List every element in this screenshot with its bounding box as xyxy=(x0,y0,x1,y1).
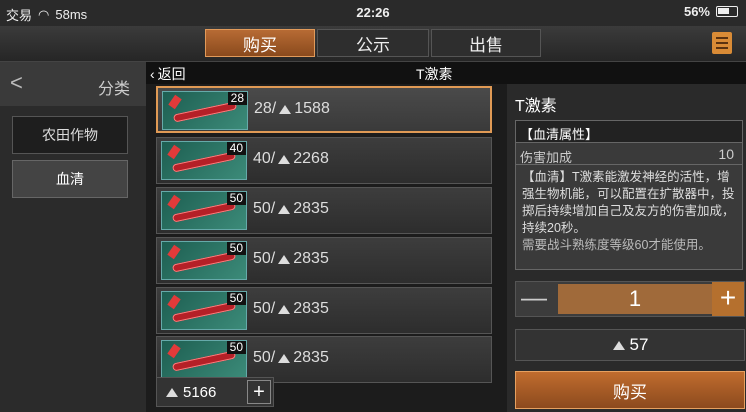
total-cost: 57 xyxy=(515,329,745,361)
currency-icon xyxy=(278,204,291,214)
sidebar-header: < 分类 xyxy=(0,62,146,106)
listing-row[interactable]: 50 50/ 2835 xyxy=(156,287,492,334)
tab-announce[interactable]: 公示 xyxy=(317,29,429,57)
tab-sell[interactable]: 出售 xyxy=(431,29,541,57)
total-value: 57 xyxy=(629,335,649,354)
listing-price-value: 2835 xyxy=(293,200,329,217)
listing-row[interactable]: 50 50/ 2835 xyxy=(156,237,492,284)
item-detail-panel: T激素 【血清属性】 伤害加成 10 【血清】T激素能激发神经的活性，增强生物机… xyxy=(507,84,746,412)
back-button[interactable]: ‹ 返回 xyxy=(150,64,186,84)
listing-count: 28/ xyxy=(254,100,277,117)
attribute-box: 【血清属性】 伤害加成 10 【血清】T激素能激发神经的活性，增强生物机能，可以… xyxy=(515,120,743,270)
status-bar: 交易 ◠ 58ms 22:26 56% xyxy=(0,0,746,26)
notebook-icon[interactable] xyxy=(712,32,732,54)
attribute-name: 伤害加成 xyxy=(520,150,573,165)
description-text: 【血清】T激素能激发神经的活性，增强生物机能，可以配置在扩散器中，投掷后持续增加… xyxy=(522,170,735,235)
listing-count: 40/ xyxy=(253,150,276,167)
syringe-icon xyxy=(167,343,181,359)
listing-price-value: 2835 xyxy=(293,300,329,317)
listing-row[interactable]: 40 40/ 2268 xyxy=(156,137,492,184)
category-sidebar: < 分类 农田作物 血清 xyxy=(0,62,146,412)
currency-icon xyxy=(278,353,291,363)
currency-icon xyxy=(278,254,291,264)
item-description: 【血清】T激素能激发神经的活性，增强生物机能，可以配置在扩散器中，投掷后持续增加… xyxy=(516,165,742,258)
stack-qty: 40 xyxy=(226,142,246,155)
chevron-left-icon[interactable]: < xyxy=(10,70,23,96)
syringe-icon xyxy=(167,144,181,160)
quantity-field[interactable]: 1 xyxy=(558,284,712,314)
listing-price-value: 2835 xyxy=(293,250,329,267)
list-title: T激素 xyxy=(416,66,453,82)
clock: 22:26 xyxy=(356,5,390,20)
listing-price: 28/ 1588 xyxy=(254,100,330,118)
increase-button[interactable]: + xyxy=(712,282,744,316)
tab-bar: 购买 公示 出售 xyxy=(205,29,541,57)
item-thumbnail: 40 xyxy=(161,141,247,180)
chevron-left-icon: ‹ xyxy=(150,66,155,82)
decrease-button[interactable]: — xyxy=(516,282,552,316)
item-thumbnail: 50 xyxy=(161,340,247,379)
category-farm-crops[interactable]: 农田作物 xyxy=(12,116,128,154)
listing-price-value: 2835 xyxy=(293,349,329,366)
stack-qty: 50 xyxy=(226,341,246,354)
top-bar: 购买 公示 出售 xyxy=(0,26,746,62)
battery-percent: 56% xyxy=(683,4,710,19)
syringe-icon xyxy=(167,194,181,210)
item-thumbnail: 28 xyxy=(162,91,248,130)
wallet-amount: 5166 xyxy=(183,383,217,401)
listing-row[interactable]: 50 50/ 2835 xyxy=(156,187,492,234)
listing-price: 50/ 2835 xyxy=(253,300,329,318)
listing-count: 50/ xyxy=(253,349,276,366)
listing-count: 50/ xyxy=(253,250,276,267)
stack-qty: 50 xyxy=(226,292,246,305)
quantity-stepper: — 1 + xyxy=(515,281,745,317)
sidebar-title: 分类 xyxy=(97,81,130,98)
wallet-balance: 5166 + xyxy=(156,377,274,407)
attribute-header: 【血清属性】 xyxy=(516,121,742,143)
stack-qty: 28 xyxy=(227,92,247,105)
listing-price-value: 1588 xyxy=(294,100,330,117)
currency-icon xyxy=(612,340,625,350)
list-header: ‹ 返回 T激素 xyxy=(146,62,746,84)
attribute-value: 10 xyxy=(718,146,734,162)
currency-icon xyxy=(278,154,291,164)
back-label: 返回 xyxy=(157,66,186,82)
battery-icon xyxy=(716,6,738,17)
attribute-row: 伤害加成 10 xyxy=(516,143,742,165)
currency-icon xyxy=(279,104,292,114)
syringe-icon xyxy=(167,244,181,260)
listing-row[interactable]: 50 50/ 2835 xyxy=(156,336,492,383)
item-name: T激素 xyxy=(515,98,557,115)
syringe-icon xyxy=(168,94,182,110)
item-thumbnail: 50 xyxy=(161,291,247,330)
listing-price: 50/ 2835 xyxy=(253,200,329,218)
buy-button[interactable]: 购买 xyxy=(515,371,745,409)
tab-buy[interactable]: 购买 xyxy=(205,29,315,57)
listing-count: 50/ xyxy=(253,300,276,317)
item-thumbnail: 50 xyxy=(161,191,247,230)
stack-qty: 50 xyxy=(226,242,246,255)
currency-icon xyxy=(166,387,178,397)
listing-price: 40/ 2268 xyxy=(253,150,329,168)
stack-qty: 50 xyxy=(226,192,246,205)
item-thumbnail: 50 xyxy=(161,241,247,280)
category-serum[interactable]: 血清 xyxy=(12,160,128,198)
listing-price: 50/ 2835 xyxy=(253,349,329,367)
currency-icon xyxy=(278,304,291,314)
syringe-icon xyxy=(167,294,181,310)
listing-row[interactable]: 28 28/ 1588 xyxy=(156,86,492,133)
listing-count: 50/ xyxy=(253,200,276,217)
add-currency-button[interactable]: + xyxy=(247,380,271,404)
listing-price-value: 2268 xyxy=(293,150,329,167)
listing-price: 50/ 2835 xyxy=(253,250,329,268)
requirement-text: 需要战斗熟练度等级60才能使用。 xyxy=(522,238,711,252)
